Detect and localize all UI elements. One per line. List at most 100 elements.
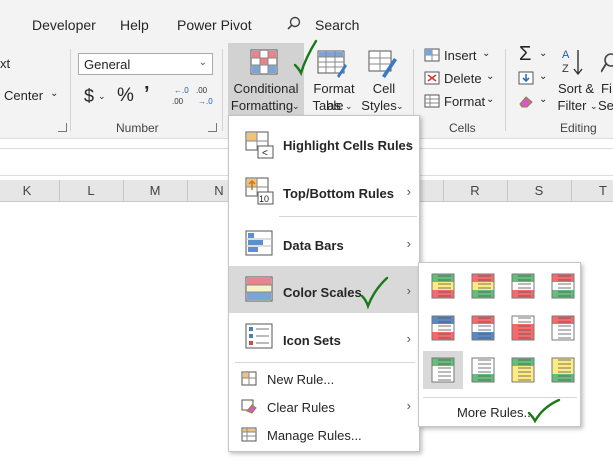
chevron-down-icon: ⌄ (198, 57, 207, 68)
delete-cells-icon[interactable] (424, 71, 440, 85)
find-select-line2[interactable]: Sel (598, 97, 613, 114)
menu-label: Top/Bottom Rules (283, 186, 394, 201)
chevron-right-icon: › (406, 283, 411, 298)
chevron-down-icon[interactable]: ⌄ (396, 98, 404, 115)
menu-item-highlight-cells-rules[interactable]: < Highlight Cells Rules › (229, 122, 419, 168)
column-header-s[interactable]: S (507, 183, 571, 198)
color-scale-swatch[interactable] (543, 309, 583, 347)
menu-item-new-rule[interactable]: New Rule... (229, 366, 419, 392)
color-scale-icon (511, 273, 535, 299)
chevron-down-icon[interactable]: ⌄ (482, 48, 490, 59)
menu-item-data-bars[interactable]: Data Bars › (229, 220, 419, 266)
insert-cells-icon[interactable] (424, 48, 440, 62)
delete-button[interactable]: Delete (444, 71, 482, 86)
menu-item-color-scales[interactable]: Color Scales › (229, 266, 419, 313)
color-scale-swatch[interactable] (423, 309, 463, 347)
chevron-down-icon[interactable]: ⌄ (539, 94, 547, 105)
column-header-k[interactable]: K (0, 183, 59, 198)
color-scale-icon (511, 357, 535, 383)
chevron-down-icon[interactable]: ⌄ (486, 94, 494, 105)
currency-button[interactable]: $ (84, 86, 94, 107)
color-scale-swatch[interactable] (543, 351, 583, 389)
color-scale-icon (431, 315, 455, 341)
chevron-right-icon: › (406, 398, 411, 413)
sort-filter-line2[interactable]: Filter (552, 97, 592, 114)
color-scale-swatch[interactable] (463, 267, 503, 305)
search-box[interactable]: Search (315, 17, 359, 33)
alignment-launcher-icon[interactable] (58, 123, 67, 132)
percent-button[interactable]: % (117, 85, 134, 107)
merge-center-partial[interactable]: Center (4, 88, 43, 103)
eraser-icon[interactable] (518, 94, 534, 108)
color-scales-submenu: More Rules... (418, 262, 581, 427)
format-button[interactable]: Format (444, 94, 485, 109)
conditional-formatting-icon (250, 49, 278, 75)
sort-filter-line1[interactable]: Sort & (556, 80, 596, 97)
column-header-r[interactable]: R (443, 183, 507, 198)
menu-item-top-bottom-rules[interactable]: 10 Top/Bottom Rules › (229, 168, 419, 214)
cell-styles-line1[interactable]: Cell (365, 80, 403, 97)
menu-label: Icon Sets (283, 333, 341, 348)
menu-label: Clear Rules (267, 400, 335, 415)
tab-help[interactable]: Help (120, 17, 149, 33)
insert-button[interactable]: Insert (444, 48, 477, 63)
chevron-down-icon[interactable]: ⌄ (539, 71, 547, 82)
chevron-down-icon[interactable]: ⌄ (590, 98, 598, 115)
find-select-icon[interactable] (601, 52, 613, 74)
column-header-l[interactable]: L (59, 183, 123, 198)
svg-text:.00: .00 (196, 86, 208, 95)
chevron-down-icon[interactable]: ⌄ (345, 98, 353, 115)
sort-filter-icon[interactable]: AZ (561, 47, 585, 77)
color-scale-swatch[interactable] (463, 351, 503, 389)
checkmark-annotation-icon (293, 39, 318, 77)
increase-decimal-icon[interactable]: ←.0.00 (170, 85, 190, 107)
column-header-t[interactable]: T (571, 183, 613, 198)
comma-button[interactable]: ’ (144, 83, 150, 106)
cell-styles-icon[interactable] (368, 50, 398, 78)
search-icon[interactable] (287, 16, 301, 30)
manage-rules-icon (241, 427, 257, 442)
color-scale-swatch[interactable] (423, 351, 463, 389)
cell-styles-line2[interactable]: Styles (359, 97, 399, 114)
fill-down-icon[interactable] (518, 71, 534, 85)
format-cells-icon[interactable] (424, 94, 440, 108)
color-scale-icon (471, 357, 495, 383)
new-rule-icon (241, 371, 257, 386)
decrease-decimal-icon[interactable]: .00→.0 (194, 85, 214, 107)
column-header-m[interactable]: M (123, 183, 187, 198)
chevron-down-icon[interactable]: ⌄ (539, 48, 547, 59)
group-label-number: Number (116, 121, 159, 135)
menu-item-manage-rules[interactable]: Manage Rules... (229, 422, 419, 448)
menu-label: Data Bars (283, 238, 344, 253)
ribbon-tabs: Developer Help Power Pivot Search (0, 0, 613, 43)
svg-text:Z: Z (562, 63, 569, 75)
menu-item-icon-sets[interactable]: Icon Sets › (229, 313, 419, 359)
more-rules-item[interactable]: More Rules... (457, 405, 534, 420)
chevron-down-icon[interactable]: ⌄ (50, 88, 58, 99)
number-format-select[interactable]: General ⌄ (78, 53, 213, 75)
color-scale-swatch[interactable] (503, 309, 543, 347)
chevron-right-icon: › (406, 236, 411, 251)
wrap-text-partial[interactable]: xt (0, 56, 10, 71)
chevron-down-icon[interactable]: ⌄ (98, 91, 106, 102)
color-scale-swatch[interactable] (543, 267, 583, 305)
tab-power-pivot[interactable]: Power Pivot (177, 17, 252, 33)
menu-item-clear-rules[interactable]: Clear Rules › (229, 394, 419, 420)
format-as-table-icon[interactable] (317, 50, 347, 78)
svg-text:→.0: →.0 (198, 97, 213, 106)
color-scale-icon (511, 315, 535, 341)
autosum-icon[interactable]: Σ (519, 43, 531, 66)
find-select-line1[interactable]: Fi (601, 80, 612, 97)
tab-developer[interactable]: Developer (32, 17, 96, 33)
chevron-down-icon[interactable]: ⌄ (486, 71, 494, 82)
cf-label-line2: Formatting (230, 98, 294, 113)
format-as-table-line2[interactable]: Table (306, 97, 350, 114)
number-launcher-icon[interactable] (208, 123, 217, 132)
highlight-cells-icon: < (245, 131, 274, 159)
color-scale-swatch[interactable] (463, 309, 503, 347)
chevron-right-icon: › (406, 136, 411, 151)
chevron-right-icon: › (406, 331, 411, 346)
color-scale-swatch[interactable] (503, 267, 543, 305)
color-scale-swatch[interactable] (423, 267, 463, 305)
color-scale-swatch[interactable] (503, 351, 543, 389)
